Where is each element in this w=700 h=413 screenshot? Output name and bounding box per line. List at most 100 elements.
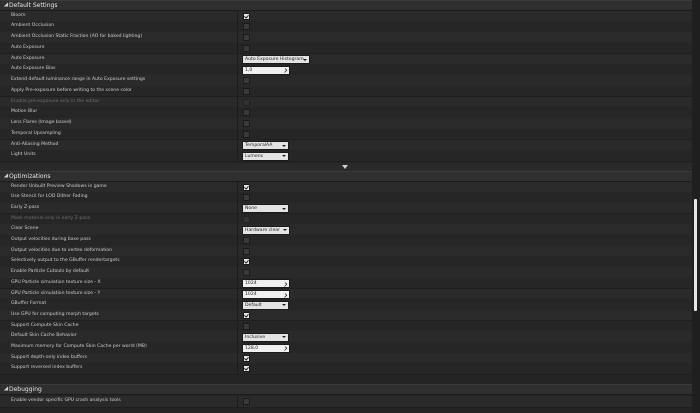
column-divider[interactable]	[237, 396, 238, 407]
dropdown-arrow-icon	[303, 58, 307, 61]
column-divider[interactable]	[237, 85, 238, 97]
setting-checkbox[interactable]	[243, 365, 250, 373]
column-divider[interactable]	[237, 75, 238, 86]
setting-checkbox[interactable]	[243, 237, 250, 244]
setting-checkbox[interactable]	[243, 87, 250, 95]
number-value: 1024	[245, 281, 257, 287]
setting-label: Ambient Occlusion	[11, 23, 55, 29]
setting-row: Support reversed index buffers	[0, 363, 692, 375]
setting-checkbox[interactable]	[243, 269, 250, 277]
setting-checkbox[interactable]	[243, 258, 250, 266]
setting-label: Selectively output to the GBuffer render…	[11, 258, 120, 264]
column-divider[interactable]	[237, 107, 238, 118]
column-divider[interactable]	[237, 213, 238, 225]
column-divider[interactable]	[237, 267, 238, 278]
dropdown-value: Inclusive	[245, 334, 266, 340]
dropdown-arrow-icon	[282, 144, 286, 147]
column-divider[interactable]	[237, 277, 238, 289]
column-divider[interactable]	[237, 320, 238, 332]
column-divider[interactable]	[237, 128, 238, 140]
setting-checkbox[interactable]	[243, 398, 250, 405]
column-divider[interactable]	[237, 181, 238, 193]
column-divider[interactable]	[237, 96, 238, 108]
number-input[interactable]: 1024	[242, 290, 290, 299]
setting-checkbox[interactable]	[243, 120, 250, 127]
setting-checkbox[interactable]	[243, 109, 250, 117]
setting-checkbox[interactable]	[243, 34, 250, 41]
column-divider[interactable]	[237, 245, 238, 257]
checkmark-icon	[244, 312, 249, 318]
section-header-default-settings[interactable]: Default Settings	[0, 0, 692, 11]
column-divider[interactable]	[237, 64, 238, 75]
drag-arrow-icon[interactable]	[282, 292, 288, 298]
section-header-debugging[interactable]: Debugging	[0, 384, 692, 395]
setting-checkbox[interactable]	[243, 44, 250, 52]
chevron-down-icon[interactable]	[342, 164, 348, 169]
setting-checkbox[interactable]	[243, 23, 250, 31]
column-divider[interactable]	[237, 235, 238, 246]
number-input[interactable]: 1024	[242, 279, 290, 289]
drag-arrow-icon[interactable]	[282, 68, 288, 73]
setting-dropdown[interactable]: Inclusive	[242, 332, 289, 342]
column-divider[interactable]	[237, 21, 238, 32]
setting-dropdown[interactable]: Hardware clear	[242, 225, 290, 235]
setting-checkbox[interactable]	[243, 194, 250, 202]
column-divider[interactable]	[237, 10, 238, 22]
drag-arrow-icon[interactable]	[282, 282, 288, 287]
scrollbar-thumb[interactable]	[694, 199, 697, 311]
column-divider[interactable]	[237, 363, 238, 374]
setting-checkbox[interactable]	[243, 77, 250, 84]
column-divider[interactable]	[237, 53, 238, 65]
setting-dropdown[interactable]: Auto Exposure Histogram	[242, 55, 310, 64]
setting-label: Use Stencil for LOD Dither Fading	[11, 194, 88, 200]
number-value: 1,0	[245, 67, 253, 73]
number-input[interactable]: 1,0	[242, 65, 290, 75]
section-header-optimizations[interactable]: Optimizations	[0, 170, 692, 182]
column-divider[interactable]	[237, 32, 238, 43]
column-divider[interactable]	[237, 309, 238, 321]
setting-checkbox[interactable]	[243, 247, 250, 255]
setting-label: GPU Particle simulation texture size - X	[11, 279, 101, 285]
setting-dropdown[interactable]: Default	[242, 300, 289, 310]
column-divider[interactable]	[237, 352, 238, 364]
checkmark-icon	[244, 355, 249, 361]
setting-dropdown[interactable]: TemporalAA	[242, 141, 289, 150]
setting-checkbox[interactable]	[243, 311, 250, 319]
drag-arrow-icon[interactable]	[282, 346, 288, 351]
column-divider[interactable]	[237, 331, 238, 342]
setting-label: Extend default luminance range in Auto E…	[11, 77, 146, 82]
setting-label: Ambient Occlusion Static Fraction (AO fo…	[11, 34, 143, 39]
setting-label: GBuffer Format	[11, 301, 47, 307]
setting-row: Enable vendor specific GPU crash analysi…	[0, 396, 692, 408]
column-divider[interactable]	[237, 288, 238, 300]
setting-dropdown[interactable]: None	[242, 204, 289, 214]
setting-checkbox[interactable]	[243, 12, 250, 20]
column-divider[interactable]	[237, 118, 238, 129]
column-divider[interactable]	[237, 256, 238, 267]
setting-label: Temporal Upsampling	[11, 130, 61, 136]
setting-label: Bloom	[11, 12, 26, 18]
checkmark-icon	[244, 13, 249, 18]
column-divider[interactable]	[237, 202, 238, 214]
dropdown-value: Auto Exposure Histogram	[245, 57, 304, 62]
column-divider[interactable]	[237, 42, 238, 54]
setting-checkbox[interactable]	[243, 322, 250, 330]
dropdown-value: None	[245, 206, 257, 212]
column-divider[interactable]	[237, 342, 238, 353]
setting-dropdown[interactable]: Lumens	[242, 151, 289, 161]
column-divider[interactable]	[237, 299, 238, 310]
column-divider[interactable]	[237, 224, 238, 235]
setting-checkbox[interactable]	[243, 183, 250, 191]
checkmark-icon	[244, 184, 249, 189]
vertical-scrollbar[interactable]	[692, 0, 700, 413]
setting-checkbox[interactable]	[243, 354, 250, 362]
column-divider[interactable]	[237, 192, 238, 203]
checkmark-icon	[244, 259, 249, 264]
number-input[interactable]: 128,0	[242, 343, 290, 353]
column-divider[interactable]	[237, 139, 238, 151]
setting-row: Light Units Lumens	[0, 150, 692, 162]
setting-checkbox[interactable]	[243, 130, 250, 138]
setting-label: Anti-Aliasing Method	[11, 141, 59, 147]
column-divider[interactable]	[237, 150, 238, 161]
section-title: Default Settings	[9, 2, 58, 9]
